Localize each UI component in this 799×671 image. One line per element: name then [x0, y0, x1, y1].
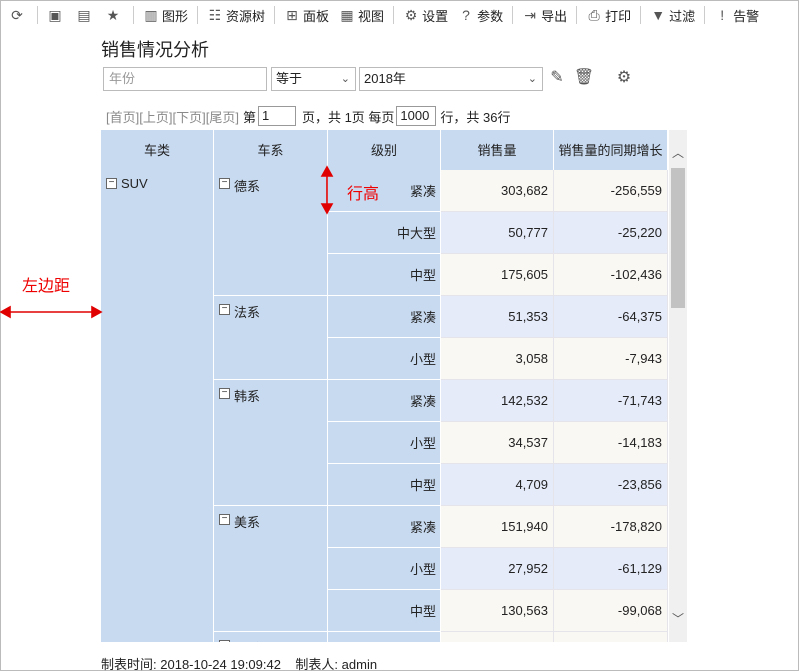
row-height-arrow-bottom — [320, 203, 334, 215]
row-height-arrow-top — [320, 165, 334, 177]
annotation-layer — [0, 165, 334, 319]
left-margin-arrow-left — [0, 305, 11, 319]
row-height-annotation: 行高 — [347, 186, 380, 203]
left-margin-arrow-right — [91, 305, 103, 319]
left-margin-annotation: 左边距 — [22, 278, 71, 295]
